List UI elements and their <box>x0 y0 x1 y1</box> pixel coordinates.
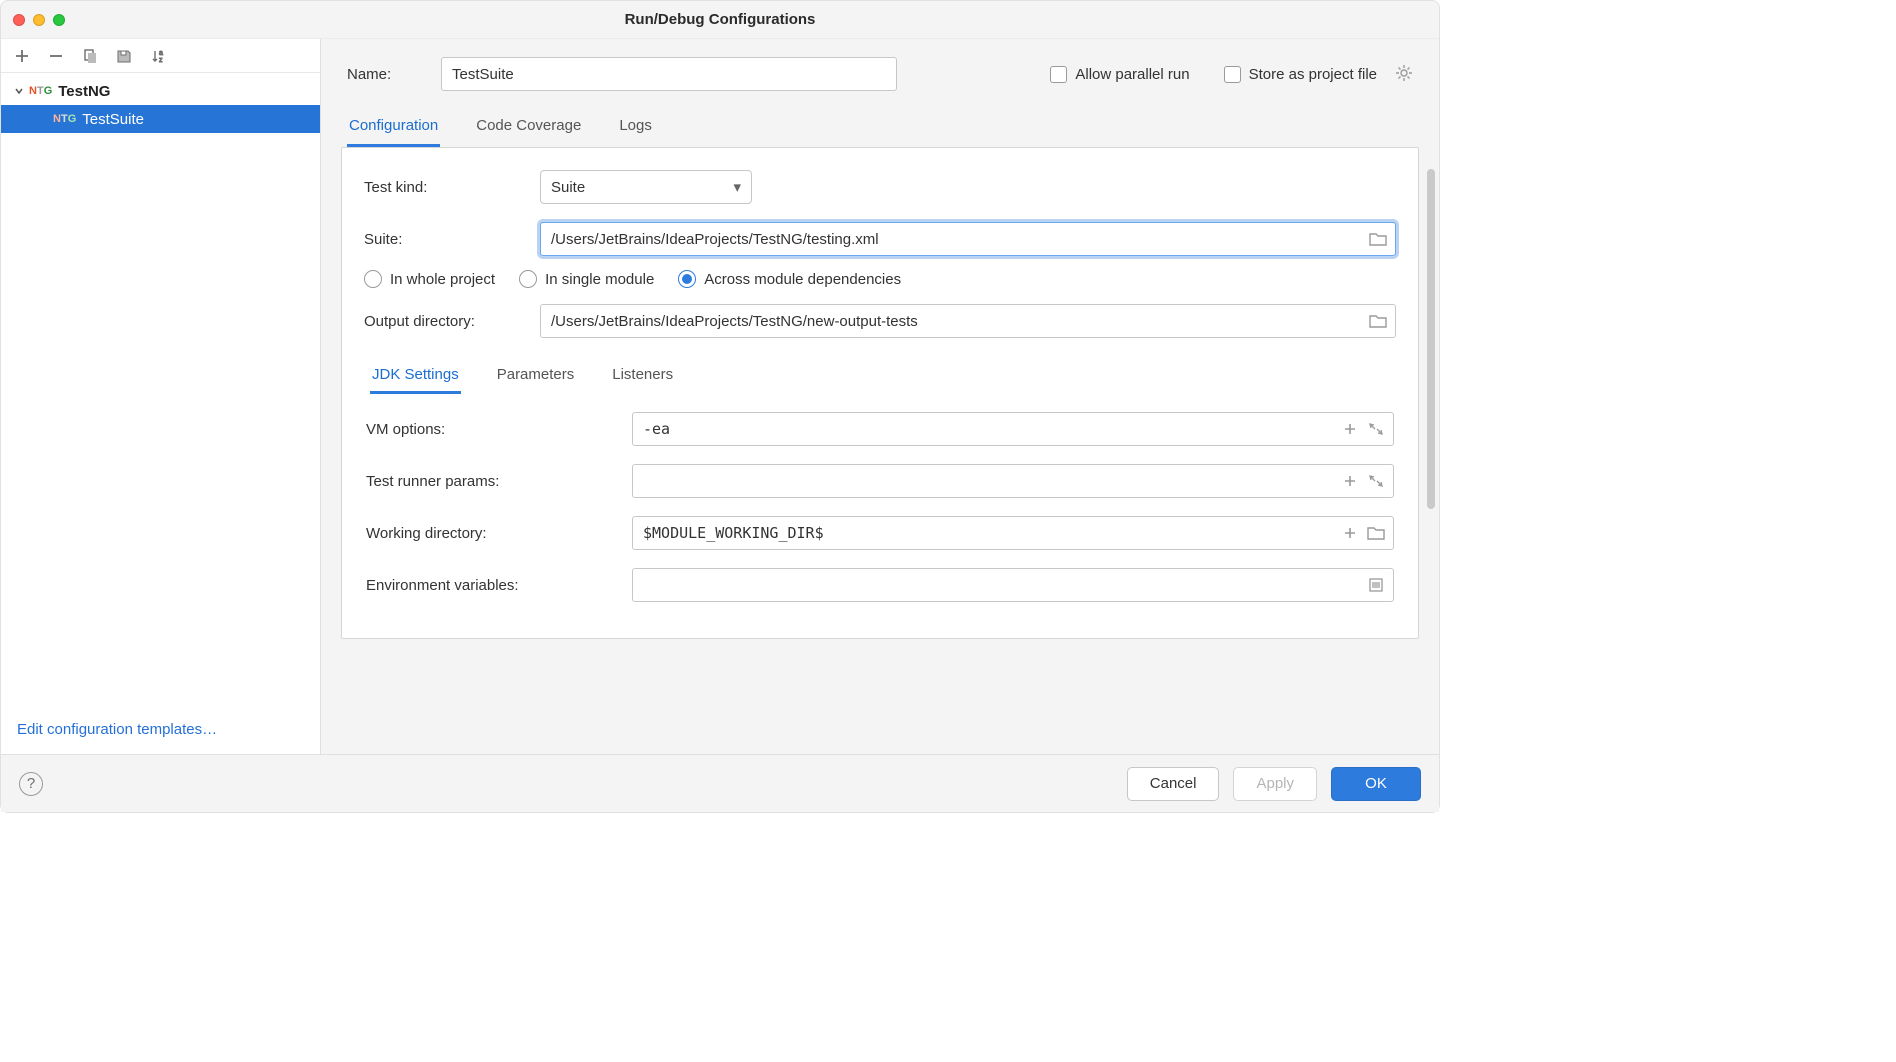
config-tree: NTG TestNG NTG TestSuite <box>1 73 320 709</box>
store-project-label: Store as project file <box>1249 66 1377 83</box>
help-button[interactable]: ? <box>19 772 43 796</box>
add-config-button[interactable] <box>11 45 33 67</box>
name-row: Name: Allow parallel run Store as projec… <box>321 39 1439 99</box>
suite-path-input[interactable] <box>540 222 1396 256</box>
allow-parallel-label: Allow parallel run <box>1075 66 1189 83</box>
output-dir-label: Output directory: <box>364 313 540 330</box>
dialog-footer: ? Cancel Apply OK <box>1 754 1439 812</box>
chevron-down-icon: ▾ <box>733 178 741 196</box>
run-debug-config-window: Run/Debug Configurations az <box>0 0 1440 813</box>
main-tabs: Configuration Code Coverage Logs <box>341 105 1419 147</box>
output-dir-input[interactable] <box>540 304 1396 338</box>
chevron-down-icon <box>13 84 27 98</box>
test-kind-select[interactable]: Suite ▾ <box>540 170 752 204</box>
store-project-input[interactable] <box>1224 66 1241 83</box>
gear-icon[interactable] <box>1395 64 1413 85</box>
config-group-testng[interactable]: NTG TestNG <box>1 77 320 105</box>
vm-options-input[interactable] <box>632 412 1394 446</box>
insert-macro-icon[interactable] <box>1340 523 1360 543</box>
config-item-testsuite[interactable]: NTG TestSuite <box>1 105 320 133</box>
testng-icon: NTG <box>29 85 52 97</box>
sidebar-toolbar: az <box>1 39 320 73</box>
list-icon[interactable] <box>1366 575 1386 595</box>
radio-across-deps[interactable]: Across module dependencies <box>678 270 901 288</box>
insert-macro-icon[interactable] <box>1340 419 1360 439</box>
close-window-button[interactable] <box>13 14 25 26</box>
sub-tabs: JDK Settings Parameters Listeners <box>364 352 1396 394</box>
minimize-window-button[interactable] <box>33 14 45 26</box>
expand-icon[interactable] <box>1366 419 1386 439</box>
browse-folder-icon[interactable] <box>1368 311 1388 331</box>
config-group-label: TestNG <box>58 83 110 100</box>
search-scope-group: In whole project In single module Across… <box>364 270 1396 288</box>
name-label: Name: <box>347 66 427 83</box>
allow-parallel-checkbox[interactable]: Allow parallel run <box>1050 66 1189 83</box>
cancel-button[interactable]: Cancel <box>1127 767 1220 801</box>
subtab-parameters[interactable]: Parameters <box>495 356 577 394</box>
test-kind-label: Test kind: <box>364 179 540 196</box>
ok-button[interactable]: OK <box>1331 767 1421 801</box>
suite-label: Suite: <box>364 231 540 248</box>
store-project-checkbox[interactable]: Store as project file <box>1224 66 1377 83</box>
allow-parallel-input[interactable] <box>1050 66 1067 83</box>
scrollbar[interactable] <box>1427 169 1435 509</box>
configurations-sidebar: az NTG TestNG NTG TestSuite Edit <box>1 39 321 754</box>
testng-icon: NTG <box>53 113 76 125</box>
runner-params-input[interactable] <box>632 464 1394 498</box>
subtab-listeners[interactable]: Listeners <box>610 356 675 394</box>
radio-single-module[interactable]: In single module <box>519 270 654 288</box>
window-controls <box>13 14 65 26</box>
tab-code-coverage[interactable]: Code Coverage <box>474 105 583 147</box>
config-item-label: TestSuite <box>82 111 144 128</box>
apply-button[interactable]: Apply <box>1233 767 1317 801</box>
tab-configuration[interactable]: Configuration <box>347 105 440 147</box>
radio-whole-project[interactable]: In whole project <box>364 270 495 288</box>
main-panel: Name: Allow parallel run Store as projec… <box>321 39 1439 754</box>
sort-config-button[interactable]: az <box>147 45 169 67</box>
expand-icon[interactable] <box>1366 471 1386 491</box>
tab-logs[interactable]: Logs <box>617 105 654 147</box>
browse-folder-icon[interactable] <box>1366 523 1386 543</box>
test-kind-value: Suite <box>551 179 585 196</box>
name-input[interactable] <box>441 57 897 91</box>
remove-config-button[interactable] <box>45 45 67 67</box>
titlebar: Run/Debug Configurations <box>1 1 1439 39</box>
svg-text:z: z <box>159 57 163 64</box>
browse-folder-icon[interactable] <box>1368 229 1388 249</box>
insert-macro-icon[interactable] <box>1340 471 1360 491</box>
working-dir-input[interactable] <box>632 516 1394 550</box>
subtab-jdk-settings[interactable]: JDK Settings <box>370 356 461 394</box>
zoom-window-button[interactable] <box>53 14 65 26</box>
copy-config-button[interactable] <box>79 45 101 67</box>
env-vars-input[interactable] <box>632 568 1394 602</box>
window-title: Run/Debug Configurations <box>625 11 816 28</box>
edit-templates-link[interactable]: Edit configuration templates… <box>17 721 217 738</box>
save-config-button[interactable] <box>113 45 135 67</box>
svg-text:a: a <box>159 50 163 57</box>
